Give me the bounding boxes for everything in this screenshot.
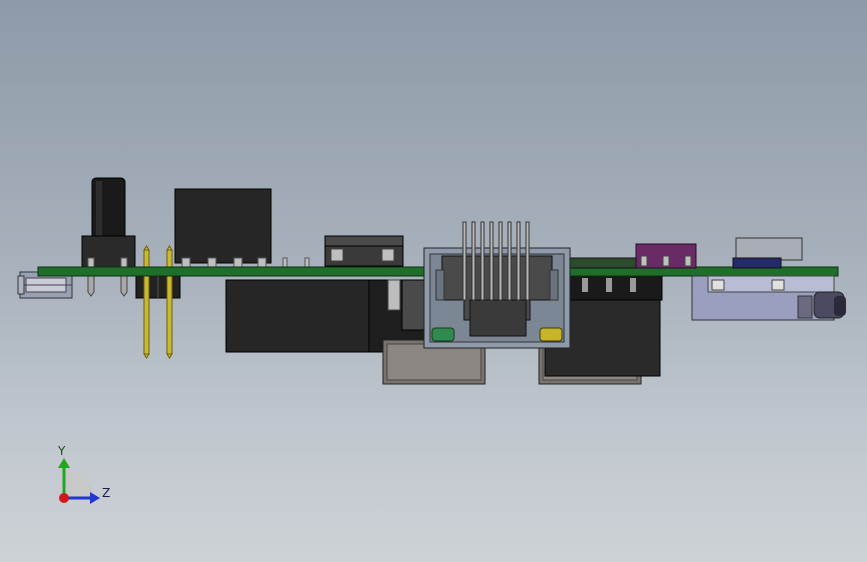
coordinate-triad: Y Z <box>57 444 110 504</box>
z-axis-label: Z <box>102 486 110 500</box>
rj45-connector <box>423 221 571 349</box>
rj45-led-right <box>539 327 563 342</box>
pcb-assembly-side-view: Y Z <box>17 177 846 504</box>
purple-component <box>635 243 697 269</box>
relay-component <box>174 188 272 269</box>
rj45-contact-pin <box>489 221 494 301</box>
header-pin-2 <box>166 249 173 355</box>
right-connector-assembly <box>691 237 846 321</box>
cad-viewport[interactable]: Y Z <box>0 0 867 562</box>
rj45-led-left <box>431 327 455 342</box>
rj45-contact-pin <box>480 221 485 301</box>
x-axis-origin <box>59 493 69 503</box>
pin-header <box>135 245 181 359</box>
y-axis-label: Y <box>57 444 66 458</box>
rj45-contact-pin <box>462 221 467 301</box>
top-connector-component <box>324 235 404 267</box>
z-arrow-head <box>90 492 100 504</box>
y-arrow-head <box>58 458 70 468</box>
tall-cylinder-component <box>81 177 136 297</box>
rj45-contact-pin <box>498 221 503 301</box>
rj45-contact-pin <box>471 221 476 301</box>
pcb-component-strip <box>569 257 641 269</box>
rj45-contact-pin <box>525 221 530 301</box>
rj45-contact-pin <box>507 221 512 301</box>
rj45-contact-pin <box>516 221 521 301</box>
header-pin-1 <box>143 249 150 355</box>
